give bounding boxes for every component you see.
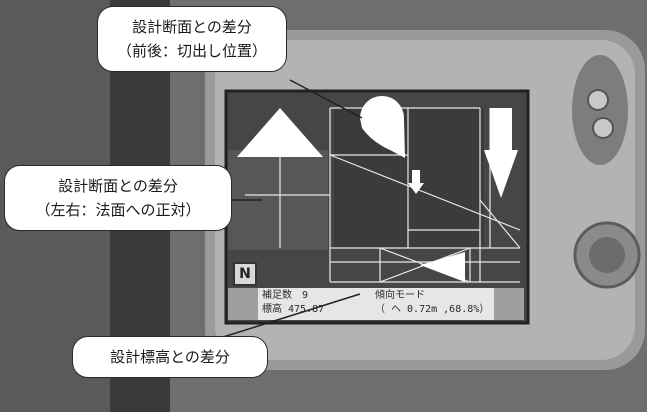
callout-elevation-title: 設計標高との差分 (110, 348, 230, 366)
north-indicator: N (233, 262, 257, 286)
side-button-top (587, 89, 609, 111)
screen-center-panel (334, 108, 484, 248)
status-left-icon (228, 288, 258, 320)
status-count: 補足数 9 (262, 290, 309, 301)
elevation-arrow-shaft (490, 108, 512, 150)
callout-front-back: 設計断面との差分 （前後：切出し位置） (97, 6, 287, 72)
callout-front-back-sub: （前後：切出し位置） (116, 42, 267, 60)
status-mode: 傾向モード (375, 290, 425, 301)
callout-left-right: 設計断面との差分 （左右：法面への正対） (4, 165, 232, 231)
status-right-icon (494, 288, 524, 320)
status-elevation: 標高 475.87 (262, 304, 325, 315)
photo-scene: N 補足数 9 標高 475.87 傾向モード （ ヘ 0.72m ,68.8%… (0, 0, 647, 412)
callout-left-right-sub: （左右：法面への正対） (35, 201, 201, 219)
center-arrow-shaft (412, 170, 420, 184)
status-reading: （ ヘ 0.72m ,68.8%） (375, 304, 490, 315)
rotary-knob-center (589, 237, 625, 273)
side-button-bottom (592, 117, 614, 139)
callout-left-right-title: 設計断面との差分 (58, 177, 178, 195)
callout-front-back-title: 設計断面との差分 (132, 18, 252, 36)
callout-elevation: 設計標高との差分 (72, 336, 268, 378)
